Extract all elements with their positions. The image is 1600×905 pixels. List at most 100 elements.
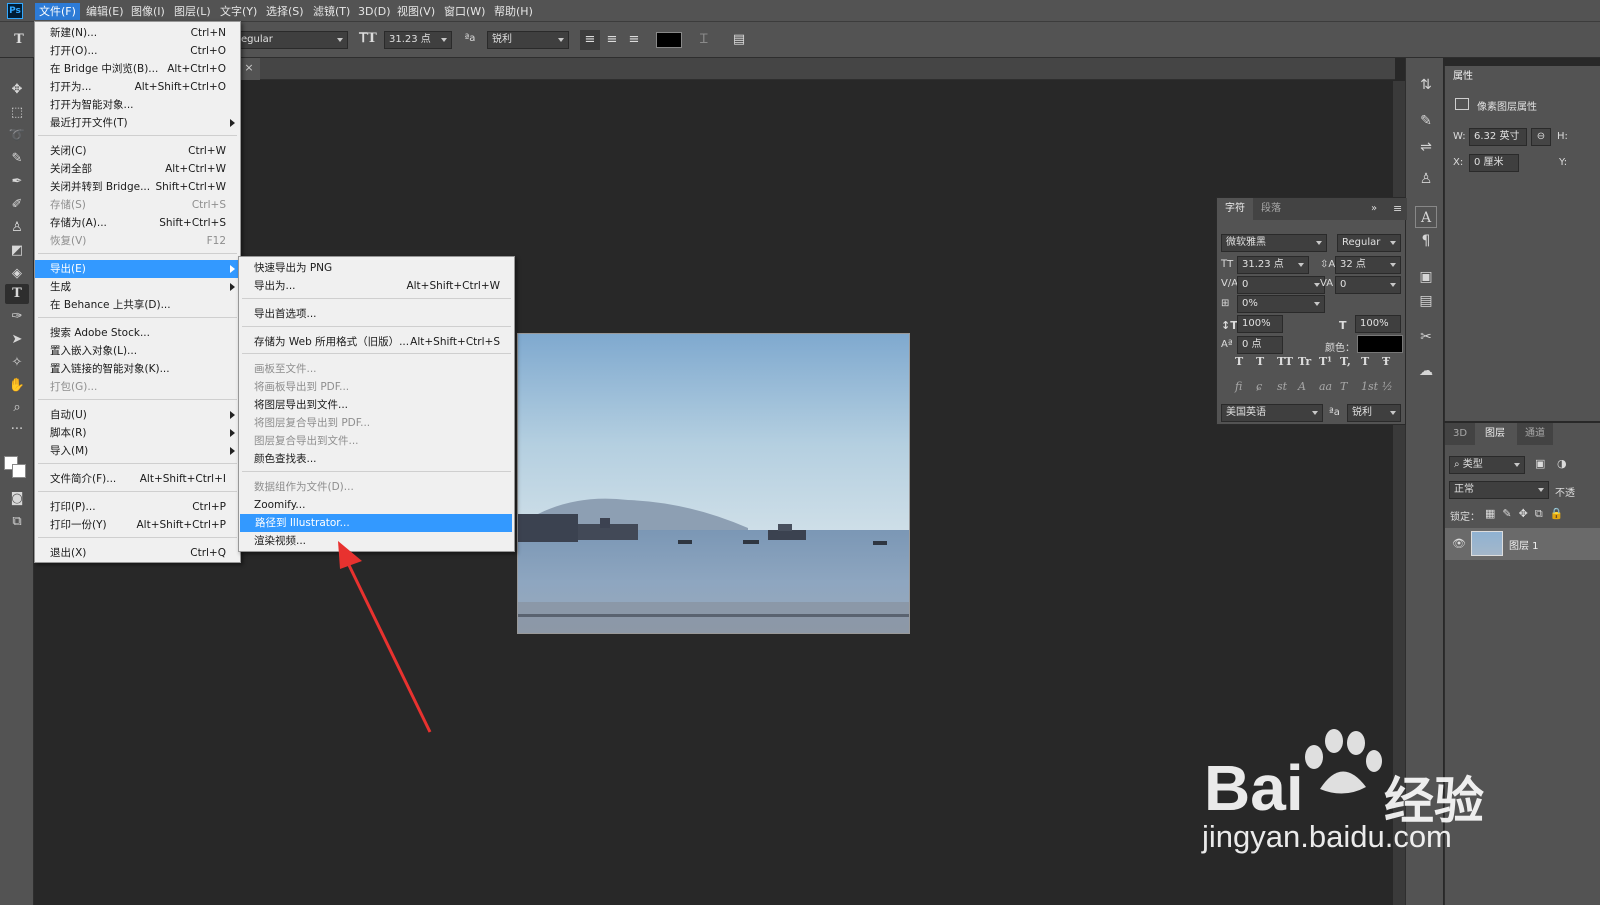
- filter-adjust-icon[interactable]: ◑: [1557, 457, 1567, 470]
- export-menu-item[interactable]: Zoomify...: [239, 496, 514, 514]
- width-field[interactable]: 6.32 英寸: [1469, 128, 1527, 146]
- shape-tool-icon[interactable]: ✧: [5, 353, 29, 373]
- export-menu-item[interactable]: 图层复合导出到文件...: [239, 432, 514, 450]
- file-menu-item[interactable]: 存储(S) Ctrl+S: [35, 196, 240, 214]
- file-menu-item[interactable]: 文件简介(F)... Alt+Shift+Ctrl+I: [35, 470, 240, 488]
- quick-select-icon[interactable]: ✎: [5, 149, 29, 169]
- pen-tool-icon[interactable]: ✑: [5, 307, 29, 327]
- clone-source-icon[interactable]: ♙: [1415, 168, 1437, 190]
- leading-field[interactable]: 32 点: [1335, 256, 1401, 274]
- lock-icons[interactable]: ▦✎✥⧉🔒: [1485, 507, 1570, 521]
- font-style-select[interactable]: Regular: [1337, 234, 1401, 252]
- menu-layer[interactable]: 图层(L): [170, 3, 215, 20]
- menu-filter[interactable]: 滤镜(T): [309, 3, 354, 20]
- lasso-tool-icon[interactable]: ➰: [5, 126, 29, 146]
- x-field[interactable]: 0 厘米: [1469, 154, 1519, 172]
- opentype-feature-button[interactable]: ɕ: [1256, 380, 1262, 393]
- tab-3d[interactable]: 3D: [1445, 423, 1476, 445]
- menu-3d[interactable]: 3D(D): [354, 3, 395, 20]
- move-tool-icon[interactable]: ✥: [5, 80, 29, 100]
- file-menu-item[interactable]: 导出(E): [35, 260, 240, 278]
- type-style-button[interactable]: T: [1235, 355, 1243, 368]
- screen-mode-icon[interactable]: ⧉: [5, 512, 29, 532]
- notes-icon[interactable]: ▤: [1415, 290, 1437, 312]
- proportional-spacing-field[interactable]: 0%: [1237, 295, 1325, 313]
- type-style-button[interactable]: T¹: [1319, 355, 1332, 368]
- export-menu-item[interactable]: 将画板导出到 PDF...: [239, 378, 514, 396]
- antialias-select[interactable]: 锐利: [487, 31, 569, 49]
- font-style-select[interactable]: egular: [236, 31, 348, 49]
- filter-pixel-icon[interactable]: ▣: [1535, 457, 1545, 470]
- export-menu-item[interactable]: 快速导出为 PNG: [239, 259, 514, 277]
- toggle-panels-icon[interactable]: ▤: [729, 30, 749, 50]
- type-tool-icon[interactable]: T: [5, 284, 29, 304]
- type-style-button[interactable]: T: [1256, 355, 1264, 368]
- eye-icon[interactable]: 👁: [1452, 537, 1466, 550]
- file-menu-item[interactable]: 导入(M): [35, 442, 240, 460]
- file-menu-item[interactable]: 最近打开文件(T): [35, 114, 240, 132]
- quick-mask-icon[interactable]: ◙: [5, 489, 29, 509]
- panel-menu-icon[interactable]: ≡: [1393, 202, 1402, 215]
- opentype-feature-button[interactable]: ½: [1382, 380, 1393, 393]
- file-menu-item[interactable]: 恢复(V) F12: [35, 232, 240, 250]
- export-menu-item[interactable]: 画板至文件...: [239, 360, 514, 378]
- file-menu-item[interactable]: 置入嵌入对象(L)...: [35, 342, 240, 360]
- opentype-feature-button[interactable]: aa: [1319, 380, 1332, 393]
- layer-row[interactable]: 👁 图层 1: [1445, 528, 1600, 560]
- font-family-select[interactable]: 微软雅黑: [1221, 234, 1327, 252]
- background-color-swatch[interactable]: [12, 464, 26, 478]
- export-menu-item[interactable]: 数据组作为文件(D)...: [239, 478, 514, 496]
- file-menu-item[interactable]: 打包(G)...: [35, 378, 240, 396]
- menu-image[interactable]: 图像(I): [127, 3, 169, 20]
- opentype-feature-button[interactable]: A: [1298, 380, 1306, 393]
- path-select-icon[interactable]: ➤: [5, 330, 29, 350]
- brush-settings-icon[interactable]: ✎: [1415, 110, 1437, 132]
- file-menu-item[interactable]: 自动(U): [35, 406, 240, 424]
- blend-mode-select[interactable]: 正常: [1449, 481, 1549, 499]
- zoom-tool-icon[interactable]: ⌕: [5, 398, 29, 418]
- kerning-field[interactable]: 0: [1237, 276, 1325, 294]
- align-left-icon[interactable]: ≡: [580, 30, 600, 50]
- libraries-icon[interactable]: ☁: [1415, 360, 1437, 382]
- antialias-select[interactable]: 锐利: [1347, 404, 1401, 422]
- warp-text-icon[interactable]: Ꮖ: [694, 30, 714, 50]
- font-size-field[interactable]: 31.23 点: [1237, 256, 1309, 274]
- file-menu-item[interactable]: 关闭并转到 Bridge... Shift+Ctrl+W: [35, 178, 240, 196]
- file-menu-item[interactable]: 脚本(R): [35, 424, 240, 442]
- more-tools-icon[interactable]: ···: [5, 420, 29, 440]
- file-menu-item[interactable]: 在 Behance 上共享(D)...: [35, 296, 240, 314]
- font-size-select[interactable]: 31.23 点: [384, 31, 452, 49]
- type-style-button[interactable]: T: [1361, 355, 1369, 368]
- menu-type[interactable]: 文字(Y): [216, 3, 261, 20]
- tab-channels[interactable]: 通道: [1517, 423, 1553, 445]
- file-menu-item[interactable]: 打印一份(Y) Alt+Shift+Ctrl+P: [35, 516, 240, 534]
- language-select[interactable]: 美国英语: [1221, 404, 1323, 422]
- opentype-feature-button[interactable]: T: [1340, 380, 1347, 393]
- file-menu-item[interactable]: 新建(N)... Ctrl+N: [35, 24, 240, 42]
- opentype-feature-button[interactable]: st: [1277, 380, 1287, 393]
- opentype-feature-button[interactable]: fi: [1235, 380, 1242, 393]
- menu-edit[interactable]: 编辑(E): [82, 3, 128, 20]
- eraser-tool-icon[interactable]: ◩: [5, 241, 29, 261]
- character-panel-icon[interactable]: A: [1415, 206, 1437, 228]
- brush-tool-icon[interactable]: ✐: [5, 195, 29, 215]
- export-menu-item[interactable]: 颜色查找表...: [239, 450, 514, 468]
- menu-view[interactable]: 视图(V): [393, 3, 439, 20]
- file-menu-item[interactable]: 关闭(C) Ctrl+W: [35, 142, 240, 160]
- tools-presets-icon[interactable]: ✂: [1415, 326, 1437, 348]
- file-menu-item[interactable]: 打开(O)... Ctrl+O: [35, 42, 240, 60]
- opentype-feature-button[interactable]: 1st: [1361, 380, 1378, 393]
- link-icon[interactable]: ⊖: [1531, 128, 1551, 146]
- text-color-swatch[interactable]: [656, 32, 682, 48]
- paragraph-panel-icon[interactable]: ¶: [1415, 230, 1437, 252]
- type-style-button[interactable]: T,: [1340, 355, 1351, 368]
- file-menu-item[interactable]: 置入链接的智能对象(K)...: [35, 360, 240, 378]
- hand-tool-icon[interactable]: ✋: [5, 376, 29, 396]
- export-menu-item[interactable]: 将图层复合导出到 PDF...: [239, 414, 514, 432]
- export-menu-item[interactable]: 将图层导出到文件...: [239, 396, 514, 414]
- gradient-tool-icon[interactable]: ◈: [5, 264, 29, 284]
- tab-layers[interactable]: 图层: [1477, 423, 1513, 445]
- vertical-scale-field[interactable]: 100%: [1237, 315, 1283, 333]
- file-menu-item[interactable]: 打印(P)... Ctrl+P: [35, 498, 240, 516]
- export-menu-item[interactable]: 存储为 Web 所用格式（旧版）... Alt+Shift+Ctrl+S: [239, 333, 514, 351]
